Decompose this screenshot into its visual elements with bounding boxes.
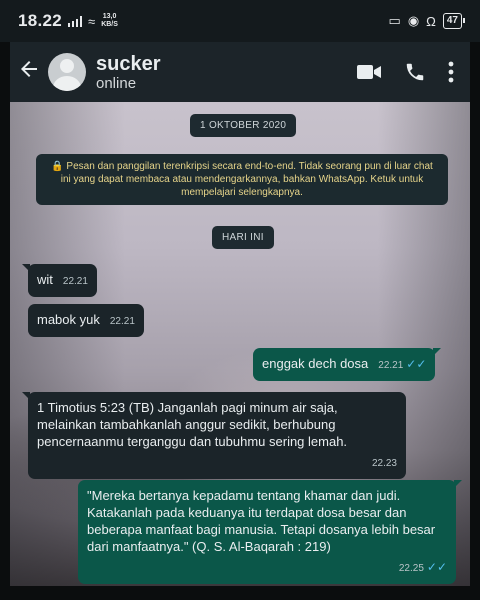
- status-bar: 18.22 ≈ 13,0 KB/S ▭ ◉ Ω 47: [0, 0, 480, 42]
- wifi-icon: ≈: [88, 13, 96, 29]
- read-ticks-icon: ✓✓: [426, 560, 447, 574]
- contact-name: sucker: [96, 52, 161, 75]
- message-time: 22.21: [378, 360, 404, 371]
- message-time: 22.21: [62, 276, 88, 287]
- today-chip: HARI INI: [212, 226, 274, 249]
- message-bubble[interactable]: enggak dech dosa 22.21 ✓✓: [253, 348, 442, 381]
- message-time: 22.25: [398, 563, 424, 574]
- contact-status: online: [96, 74, 137, 92]
- message-bubble[interactable]: mabok yuk 22.21: [28, 304, 144, 337]
- chat-header: sucker online: [10, 42, 470, 102]
- message-bubble[interactable]: "Mereka bertanya kepadamu tentang khamar…: [78, 480, 462, 584]
- video-call-icon[interactable]: [356, 62, 382, 82]
- message-bubble[interactable]: 1 Timotius 5:23 (TB) Janganlah pagi minu…: [22, 392, 406, 479]
- status-time: 18.22: [18, 11, 63, 30]
- arrow-left-icon[interactable]: [10, 57, 48, 88]
- signal-icon: [68, 15, 83, 27]
- message-time: 22.21: [109, 316, 135, 327]
- date-chip: 1 OKTOBER 2020: [190, 114, 297, 137]
- read-ticks-icon: ✓✓: [406, 357, 427, 371]
- network-speed: 13,0 KB/S: [101, 13, 118, 28]
- voice-call-icon[interactable]: [404, 61, 426, 83]
- battery-icon: 47: [442, 13, 466, 29]
- headphones-icon: Ω: [426, 13, 436, 29]
- avatar[interactable]: [48, 53, 86, 91]
- message-bubble[interactable]: wit 22.21: [22, 264, 97, 297]
- vibrate-icon: ▭: [388, 13, 401, 28]
- encryption-notice[interactable]: 🔒 Pesan dan panggilan terenkripsi secara…: [36, 154, 448, 205]
- chat-area[interactable]: 1 OKTOBER 2020 🔒 Pesan dan panggilan ter…: [10, 102, 470, 586]
- location-icon: ◉: [407, 13, 420, 28]
- more-vert-icon[interactable]: [448, 61, 454, 83]
- contact-info[interactable]: sucker online: [96, 53, 356, 92]
- message-time: 22.23: [371, 458, 397, 469]
- bottom-edge: [0, 586, 480, 600]
